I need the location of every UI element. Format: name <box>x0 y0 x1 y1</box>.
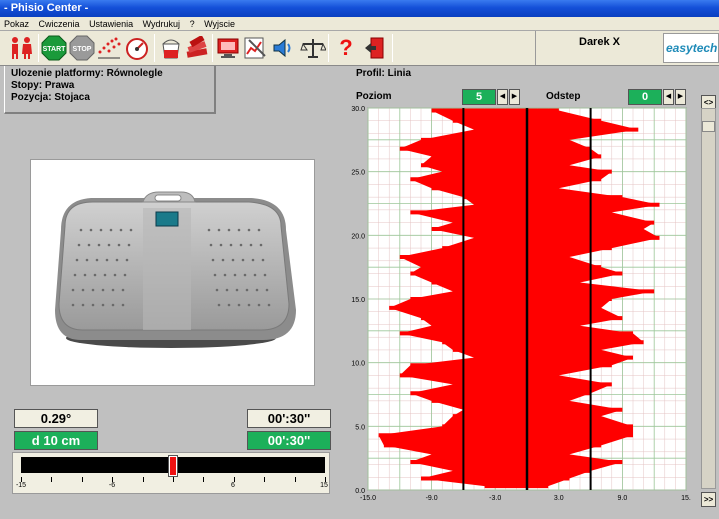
position-setting: Pozycja: Stojaca <box>11 92 90 103</box>
y-tick-label: 15.0 <box>351 297 365 304</box>
side-bottom-button[interactable]: >> <box>701 492 716 507</box>
vertical-scrollbar[interactable] <box>701 108 716 489</box>
slider-tick <box>294 477 296 482</box>
y-tick-label: 10.0 <box>351 361 365 368</box>
slider-label-6: 6 <box>231 482 235 489</box>
y-tick-label: 0.0 <box>355 488 365 495</box>
bucket-icon[interactable] <box>158 35 184 61</box>
patients-icon[interactable] <box>8 35 34 61</box>
window-title: - Phisio Center - <box>0 0 719 17</box>
slider-tick <box>264 477 266 482</box>
y-tick-label: 5.0 <box>355 424 365 431</box>
tilt-slider[interactable]: -15 -6 6 15 <box>12 452 330 494</box>
menu-cwiczenia[interactable]: Cwiczenia <box>39 19 80 29</box>
current-user: Darek X <box>535 31 663 65</box>
distance-readout: d 10 cm <box>14 431 98 450</box>
target-time-readout: 00':30'' <box>247 431 331 450</box>
balance-icon[interactable] <box>300 35 326 61</box>
menu-wyjscie[interactable]: Wyjscie <box>204 19 235 29</box>
feet-setting: Stopy: Prawa <box>11 80 75 91</box>
menu-wydrukuj[interactable]: Wydrukuj <box>143 19 180 29</box>
gauge-icon[interactable] <box>124 35 150 61</box>
platform-orientation: Ulozenie platformy: Równolegle <box>11 68 163 79</box>
slider-tick <box>51 477 53 482</box>
x-tick-label: -15.0 <box>360 495 376 502</box>
x-tick-label: 15. <box>681 495 691 502</box>
slider-tick <box>203 477 205 482</box>
stop-label: STOP <box>73 46 92 53</box>
start-label: START <box>43 46 67 53</box>
profile-label: Profil: Linia <box>356 68 411 79</box>
menu-pokaz[interactable]: Pokaz <box>4 19 29 29</box>
easytech-logo: easytech <box>663 33 719 63</box>
menu-help[interactable]: ? <box>190 19 195 29</box>
help-icon[interactable]: ? <box>333 35 359 61</box>
slider-min-label: -15 <box>15 482 27 489</box>
y-tick-label: 25.0 <box>351 170 365 177</box>
stop-icon[interactable]: STOP <box>69 35 95 61</box>
speaker-icon[interactable] <box>270 35 296 61</box>
balance-trace-chart: -15.0 -9.0 -3.0 3.0 9.0 15. 0.0 5.0 10.0 15.0 20.0… <box>351 106 691 502</box>
slider-tick <box>173 477 174 482</box>
y-tick-label: 20.0 <box>351 233 365 240</box>
angle-readout: 0.29° <box>14 409 98 428</box>
sparkle-icon[interactable] <box>96 35 122 61</box>
chart-edit-icon[interactable] <box>242 35 268 61</box>
menu-ustawienia[interactable]: Ustawienia <box>89 19 133 29</box>
start-icon[interactable]: START <box>41 35 67 61</box>
y-tick-label: 30.0 <box>351 106 365 113</box>
platform-image <box>30 159 315 386</box>
platform-info-panel: Ulozenie platformy: Równolegle Stopy: Pr… <box>4 66 216 114</box>
x-tick-label: -3.0 <box>489 495 501 502</box>
slider-thumb[interactable] <box>168 455 178 477</box>
slider-max-label: 15 <box>320 482 328 489</box>
x-tick-label: 3.0 <box>554 495 564 502</box>
exit-icon[interactable] <box>362 35 388 61</box>
x-tick-label: -9.0 <box>426 495 438 502</box>
monitor-icon[interactable] <box>215 35 241 61</box>
slider-label-neg6: -6 <box>108 482 116 489</box>
scroll-thumb[interactable] <box>702 121 715 132</box>
toolbar: START STOP ? Darek X easytech <box>0 31 719 66</box>
books-icon[interactable] <box>184 35 210 61</box>
menu-bar: Pokaz Cwiczenia Ustawienia Wydrukuj ? Wy… <box>0 17 719 31</box>
slider-tick <box>81 477 83 482</box>
elapsed-time-readout: 00':30'' <box>247 409 331 428</box>
slider-tick <box>142 477 144 482</box>
x-tick-label: 9.0 <box>618 495 628 502</box>
